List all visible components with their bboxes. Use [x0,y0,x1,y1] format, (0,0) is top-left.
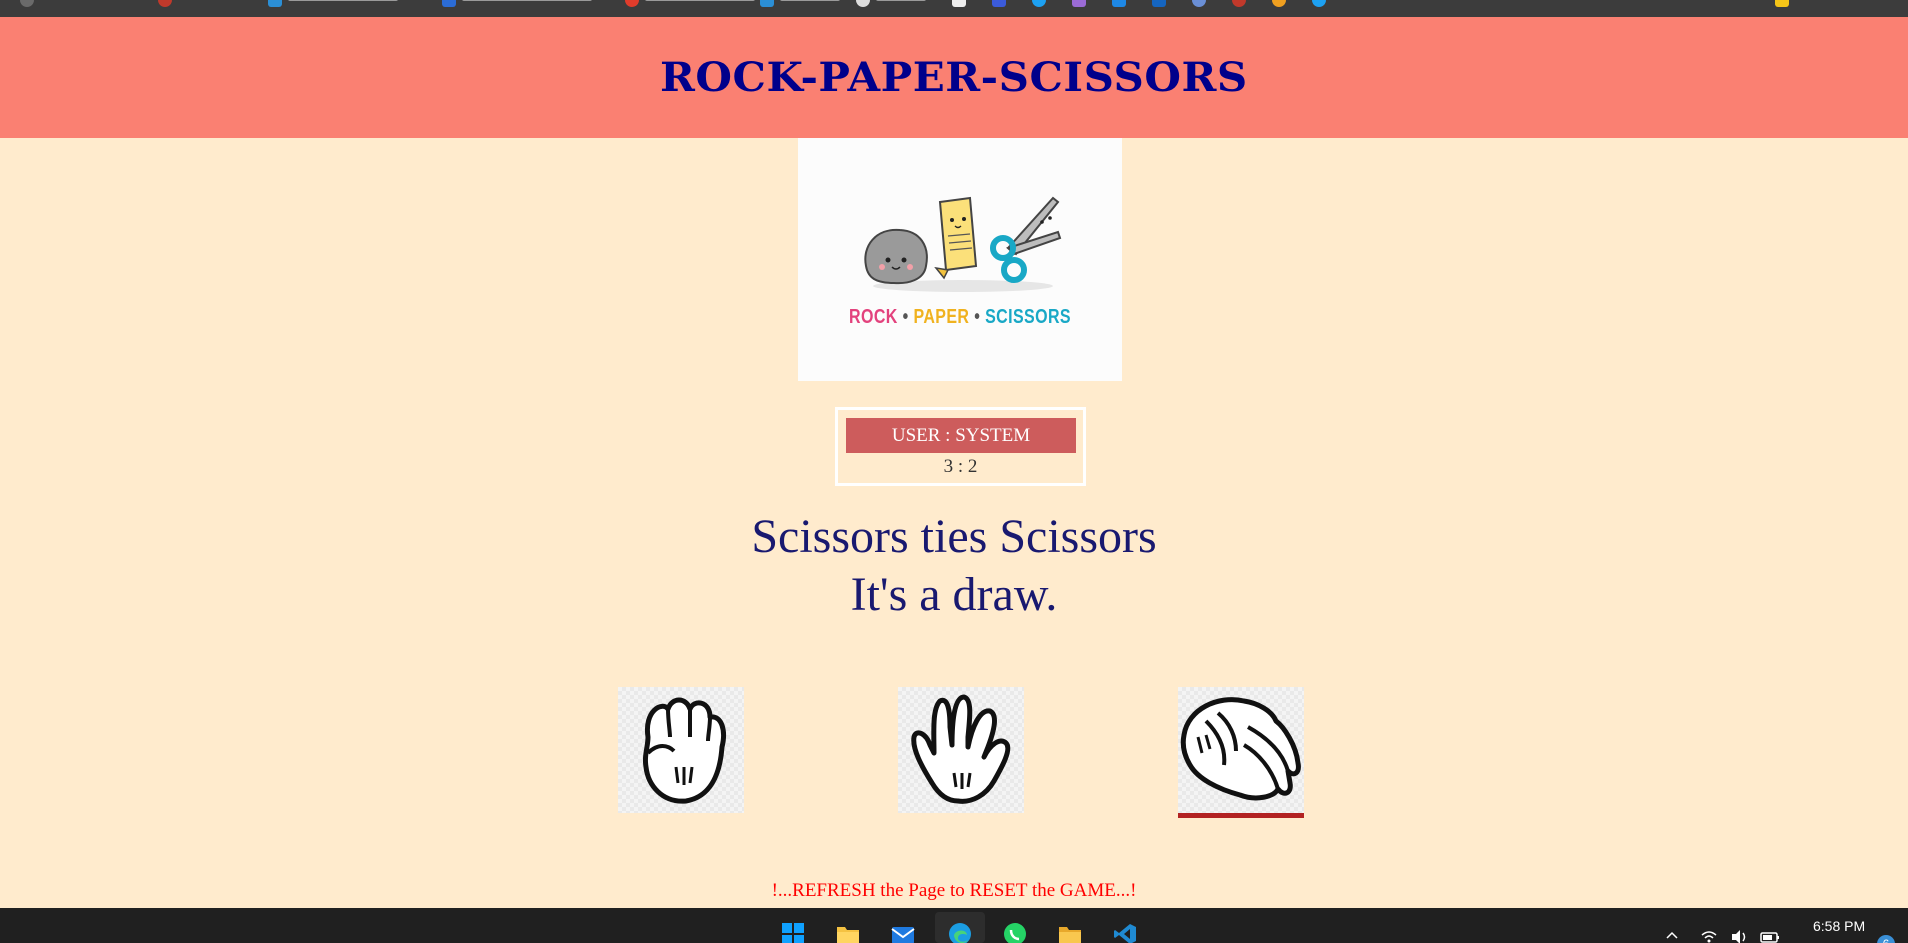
rock-choice-button[interactable] [618,687,744,813]
fist-glove-icon [642,697,726,804]
bookmark-label[interactable] [462,0,592,1]
bookmark-icon[interactable] [442,0,456,7]
bookmark-icon[interactable] [1072,0,1086,7]
bookmark-icon[interactable] [20,0,34,7]
scoreboard-label: USER : SYSTEM [846,418,1076,453]
browser-bookmarks-bar [0,0,1908,17]
paper-character-icon [934,196,978,280]
page-header: ROCK-PAPER-SCISSORS [0,17,1908,138]
bookmark-icon[interactable] [1192,0,1206,7]
notification-count-badge[interactable]: 6 [1877,935,1895,943]
result-line-verdict: It's a draw. [850,568,1058,621]
os-taskbar: 6:58 PM 6 [0,908,1908,943]
bookmark-icon[interactable] [1312,0,1326,7]
bookmark-icon[interactable] [1272,0,1286,7]
battery-icon[interactable] [1760,928,1780,943]
edge-browser-icon[interactable] [948,922,972,943]
bookmark-icon[interactable] [1112,0,1126,7]
bookmark-icon[interactable] [158,0,172,7]
scissors-character-icon [990,196,1062,283]
score-value: 3 : 2 [943,456,978,477]
logo-word-rock: ROCK [849,306,898,328]
result-message: Scissors ties Scissors It's a draw. [0,508,1908,624]
rock-character-icon [864,228,928,285]
result-line-outcome: Scissors ties Scissors [751,510,1157,563]
scoreboard: USER : SYSTEM 3 : 2 [835,407,1086,486]
vscode-icon[interactable] [1113,922,1137,943]
reset-instruction: !...REFRESH the Page to RESET the GAME..… [771,880,1137,901]
whatsapp-icon[interactable] [1003,922,1027,943]
bookmark-label[interactable] [288,0,398,1]
bookmark-icon[interactable] [268,0,282,7]
game-logo: ROCK • PAPER • SCISSORS [798,138,1122,381]
chevron-up-icon[interactable] [1664,928,1680,943]
bookmark-icon[interactable] [856,0,870,7]
scissors-choice-button[interactable] [1178,687,1304,818]
bookmark-icon[interactable] [992,0,1006,7]
volume-icon[interactable] [1730,928,1750,943]
windows-start-icon[interactable] [781,922,805,943]
bookmark-label[interactable] [780,0,840,1]
paper-choice-button[interactable] [898,687,1024,813]
bookmark-icon[interactable] [1032,0,1046,7]
rock-paper-scissors-illustration [864,196,1062,292]
wifi-icon[interactable] [1700,928,1718,943]
page-title: ROCK-PAPER-SCISSORS [660,54,1248,101]
scissors-hand-glove-icon [1180,697,1301,801]
folder-icon[interactable] [1058,922,1082,943]
logo-wordmark: ROCK • PAPER • SCISSORS [830,306,1089,329]
logo-word-scissors: SCISSORS [985,306,1071,328]
logo-separator: • [902,306,909,328]
logo-separator: • [974,306,981,328]
bookmark-label[interactable] [645,0,755,1]
file-explorer-icon[interactable] [836,922,860,943]
logo-word-paper: PAPER [913,306,970,328]
bookmark-icon[interactable] [1232,0,1246,7]
open-hand-glove-icon [911,694,1011,804]
bookmark-icon[interactable] [760,0,774,7]
bookmark-icon[interactable] [1775,0,1789,7]
mail-icon[interactable] [891,922,915,943]
bookmark-label[interactable] [876,0,926,1]
bookmark-icon[interactable] [625,0,639,7]
clock-time[interactable]: 6:58 PM [1813,918,1865,934]
bookmark-icon[interactable] [952,0,966,7]
bookmark-icon[interactable] [1152,0,1166,7]
